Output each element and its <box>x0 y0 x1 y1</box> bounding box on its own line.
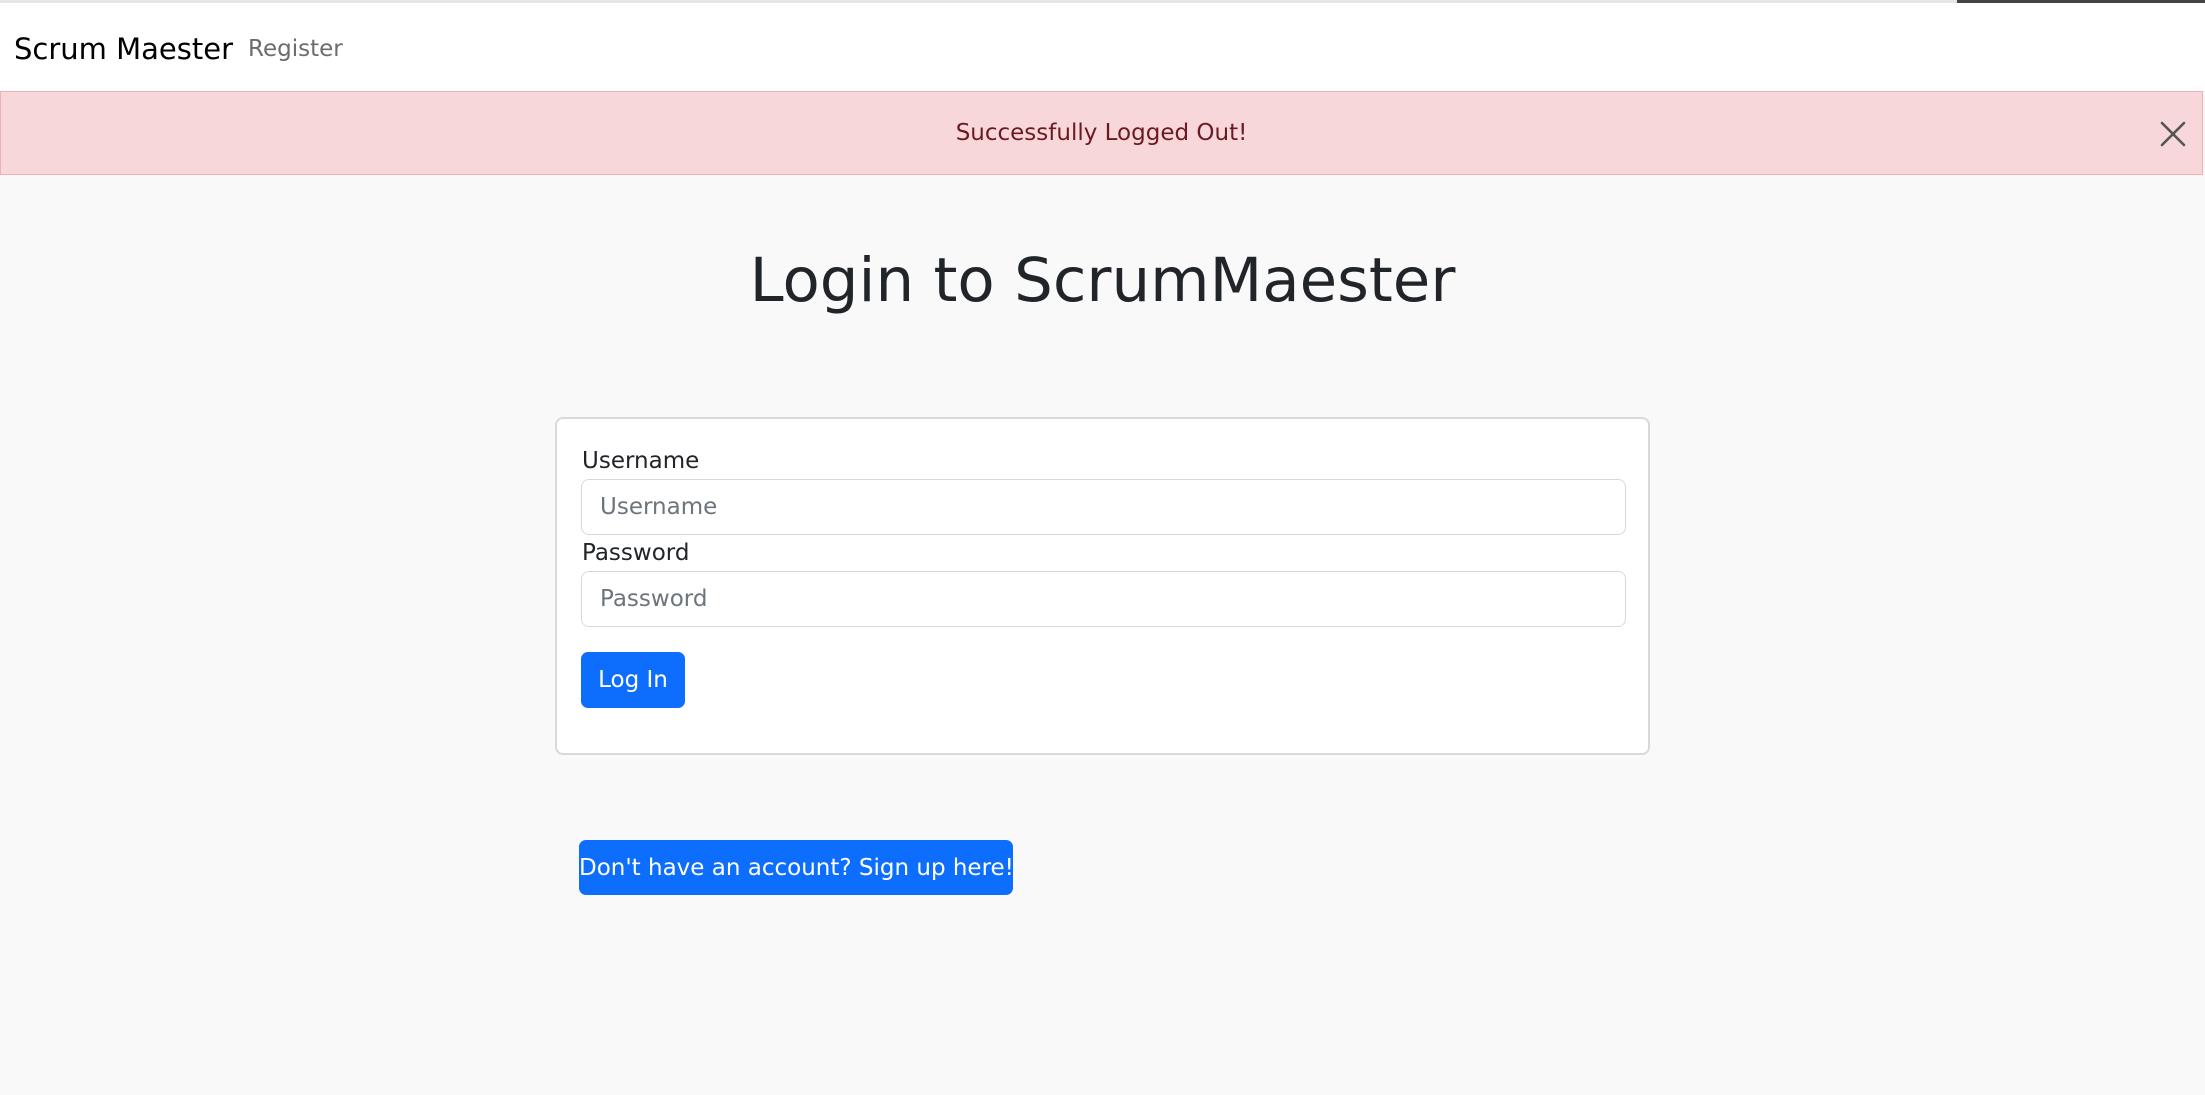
logout-alert: Successfully Logged Out! <box>0 91 2203 175</box>
nav-link-register[interactable]: Register <box>248 36 343 62</box>
username-input[interactable] <box>581 479 1626 535</box>
password-label: Password <box>582 540 690 566</box>
username-label: Username <box>582 448 700 474</box>
signup-button[interactable]: Don't have an account? Sign up here! <box>579 840 1014 895</box>
alert-message: Successfully Logged Out! <box>955 120 1248 146</box>
brand-link[interactable]: Scrum Maester <box>14 32 233 66</box>
navbar: Scrum Maester Register <box>0 3 2205 91</box>
close-icon[interactable] <box>2156 117 2190 151</box>
password-input[interactable] <box>581 571 1626 627</box>
page-title: Login to ScrumMaester <box>749 245 1456 316</box>
login-button[interactable]: Log In <box>581 652 685 708</box>
login-form-card: Username Password Log In <box>555 417 1650 755</box>
